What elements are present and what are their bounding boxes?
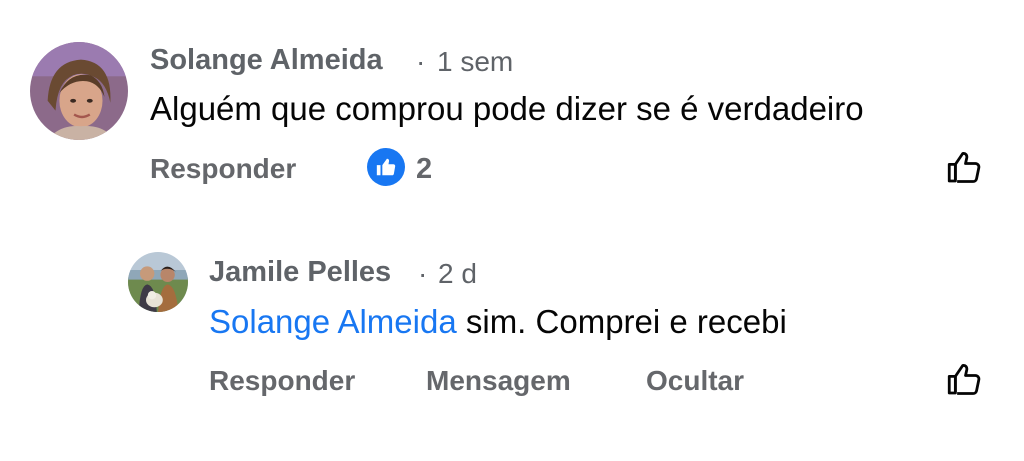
comment-author[interactable]: Solange Almeida	[150, 44, 383, 77]
reply-time[interactable]: 2 d	[438, 258, 477, 290]
like-button[interactable]	[944, 146, 986, 188]
like-icon	[376, 158, 396, 176]
reply-button[interactable]: Responder	[150, 153, 296, 185]
comment-time[interactable]: 1 sem	[437, 46, 513, 78]
reply-avatar-photo	[128, 252, 188, 312]
like-reaction-badge[interactable]	[367, 148, 405, 186]
avatar[interactable]	[30, 42, 128, 140]
avatar-photo	[30, 42, 128, 140]
message-button[interactable]: Mensagem	[426, 365, 571, 397]
reply-like-button[interactable]	[944, 358, 986, 400]
reply-meta-separator: ·	[418, 258, 428, 289]
reply-text-line: Solange Almeida sim. Comprei e recebi	[209, 303, 787, 341]
mention-link[interactable]: Solange Almeida	[209, 303, 457, 340]
reply-text: sim. Comprei e recebi	[465, 303, 787, 340]
meta-separator: ·	[416, 46, 426, 77]
reply-author[interactable]: Jamile Pelles	[209, 256, 391, 289]
reaction-count[interactable]: 2	[416, 153, 432, 186]
thumbs-up-outline-icon	[947, 152, 981, 183]
thumbs-up-outline-icon	[947, 364, 981, 395]
reply-avatar[interactable]	[128, 252, 188, 312]
hide-button[interactable]: Ocultar	[646, 365, 744, 397]
comment-text: Alguém que comprou pode dizer se é verda…	[150, 90, 864, 127]
reply-reply-button[interactable]: Responder	[209, 365, 355, 397]
